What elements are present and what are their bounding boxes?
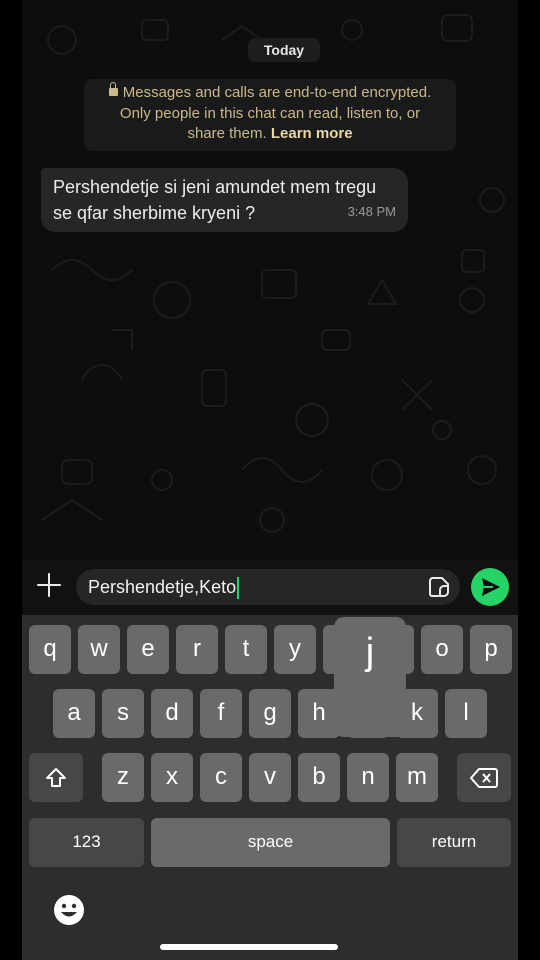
encryption-notice-line-3: share them. Learn more	[187, 125, 353, 142]
key-r[interactable]: r	[176, 625, 218, 674]
message-input-text: Pershendetje,Keto	[88, 577, 237, 597]
key-x[interactable]: x	[151, 753, 193, 802]
message-text-line-1: Pershendetje si jeni amundet mem tregu	[53, 177, 377, 197]
message-input[interactable]: Pershendetje,Keto	[76, 569, 460, 605]
sticker-icon[interactable]	[428, 576, 450, 598]
lock-icon	[108, 82, 118, 96]
message-text-line-2: se qfar sherbime kryeni ?	[53, 203, 256, 223]
send-icon	[482, 578, 500, 596]
key-w[interactable]: w	[78, 625, 120, 674]
key-l[interactable]: l	[445, 689, 487, 738]
chat-wallpaper: Today Messages and calls are end-to-end …	[22, 0, 518, 560]
backspace-icon	[470, 767, 498, 788]
key-preview-popup: j	[334, 617, 406, 737]
key-o[interactable]: o	[421, 625, 463, 674]
message-composer: Pershendetje,Keto	[22, 560, 518, 615]
date-separator: Today	[248, 38, 320, 62]
shift-key[interactable]	[29, 753, 83, 802]
encryption-notice-line-2: Only people in this chat can read, liste…	[119, 104, 421, 122]
key-a[interactable]: a	[53, 689, 95, 738]
key-p[interactable]: p	[470, 625, 512, 674]
key-c[interactable]: c	[200, 753, 242, 802]
emoji-icon[interactable]	[52, 893, 86, 927]
key-y[interactable]: y	[274, 625, 316, 674]
key-d[interactable]: d	[151, 689, 193, 738]
key-n[interactable]: n	[347, 753, 389, 802]
key-v[interactable]: v	[249, 753, 291, 802]
plus-icon[interactable]	[36, 572, 62, 598]
text-caret	[237, 577, 240, 600]
encryption-notice-line-1: Messages and calls are end-to-end encryp…	[84, 82, 456, 104]
home-indicator[interactable]	[160, 944, 338, 950]
return-key[interactable]: return	[397, 818, 511, 867]
key-e[interactable]: e	[127, 625, 169, 674]
learn-more-link[interactable]: Learn more	[271, 125, 353, 142]
key-m[interactable]: m	[396, 753, 438, 802]
key-z[interactable]: z	[102, 753, 144, 802]
key-b[interactable]: b	[298, 753, 340, 802]
key-q[interactable]: q	[29, 625, 71, 674]
incoming-message-bubble[interactable]: Pershendetje si jeni amundet mem tregu s…	[41, 168, 408, 232]
delete-key[interactable]	[457, 753, 511, 802]
on-screen-keyboard: q w e r t y u i o p a s d f g h k l z x …	[22, 615, 518, 960]
send-button[interactable]	[471, 568, 509, 606]
key-preview-letter: j	[365, 631, 375, 673]
message-timestamp: 3:48 PM	[347, 204, 396, 219]
shift-icon	[46, 767, 66, 787]
numbers-key[interactable]: 123	[29, 818, 144, 867]
key-t[interactable]: t	[225, 625, 267, 674]
key-s[interactable]: s	[102, 689, 144, 738]
space-key[interactable]: space	[151, 818, 390, 867]
encryption-notice[interactable]: Messages and calls are end-to-end encryp…	[84, 79, 456, 151]
key-g[interactable]: g	[249, 689, 291, 738]
chat-screen: Today Messages and calls are end-to-end …	[22, 0, 518, 960]
key-f[interactable]: f	[200, 689, 242, 738]
